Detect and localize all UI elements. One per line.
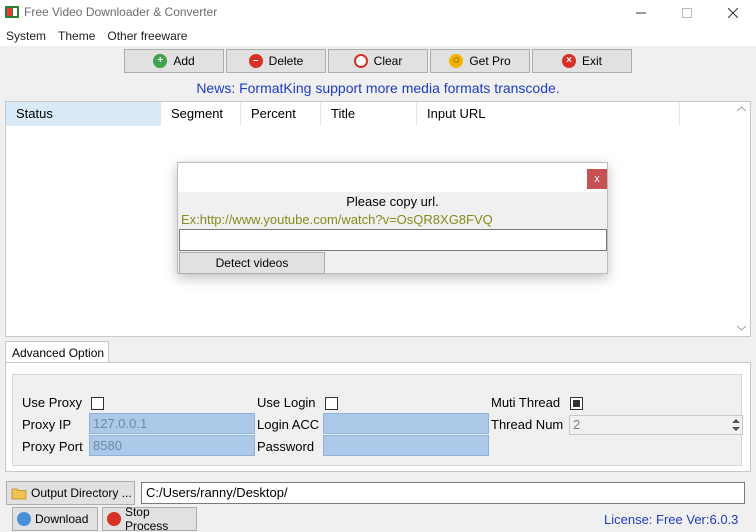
app-icon [5,6,19,18]
output-directory-button-label: Output Directory ... [31,486,132,500]
dialog-close-button[interactable]: x [587,169,607,189]
thread-num-label: Thread Num [491,417,564,432]
url-dialog: x Please copy url. Ex:http://www.youtube… [177,162,608,274]
password-label: Password [257,439,315,454]
output-directory-button[interactable]: Output Directory ... [6,481,135,505]
get-pro-button[interactable]: ☺ Get Pro [430,49,530,73]
minimize-icon [636,12,646,14]
use-proxy-label: Use Proxy [22,395,82,410]
exit-icon: × [561,54,576,68]
column-percent[interactable]: Percent [241,102,321,126]
password-field[interactable] [323,435,489,456]
clear-button[interactable]: Clear [328,49,428,73]
muti-thread-checkbox[interactable] [570,397,583,410]
dialog-message: Please copy url. [346,194,439,209]
download-button-label: Download [35,512,89,526]
maximize-button[interactable] [664,0,710,26]
download-icon [17,512,31,526]
menu-bar: System Theme Other freeware [0,26,756,46]
proxy-port-field[interactable]: 8580 [89,435,255,456]
download-button[interactable]: Download [12,507,98,531]
detect-videos-button[interactable]: Detect videos [179,252,325,274]
stop-icon [107,512,121,526]
column-status[interactable]: Status [6,102,161,126]
delete-icon: – [248,54,263,68]
folder-icon [11,488,27,500]
use-proxy-checkbox[interactable] [91,397,104,410]
news-banner[interactable]: News: FormatKing support more media form… [0,80,756,96]
login-acc-field[interactable] [323,413,489,434]
proxy-ip-label: Proxy IP [22,417,72,432]
dialog-example-url: Ex:http://www.youtube.com/watch?v=OsQR8X… [181,212,493,227]
proxy-port-label: Proxy Port [22,439,83,454]
scroll-up-icon[interactable] [737,106,746,112]
delete-button-label: Delete [268,54,304,68]
menu-system[interactable]: System [0,26,52,46]
list-scrollbar[interactable] [733,102,750,336]
muti-thread-label: Muti Thread [491,395,561,410]
dialog-header [178,163,607,192]
add-button-label: Add [173,54,195,68]
stop-process-button[interactable]: Stop Process [102,505,197,532]
close-icon [728,8,738,18]
smiley-icon: ☺ [449,54,464,68]
clear-button-label: Clear [373,54,403,68]
exit-button[interactable]: × Exit [532,49,632,73]
column-title[interactable]: Title [321,102,417,126]
login-acc-label: Login ACC [257,417,320,432]
use-login-checkbox[interactable] [325,397,338,410]
maximize-icon [682,8,692,18]
menu-other-freeware[interactable]: Other freeware [101,26,193,46]
exit-button-label: Exit [581,54,602,68]
clear-icon [353,54,368,68]
add-button[interactable]: + Add [124,49,224,73]
url-input[interactable] [179,229,607,251]
minimize-button[interactable] [618,0,664,26]
close-button[interactable] [710,0,756,26]
tab-advanced-option[interactable]: Advanced Option [5,341,109,363]
get-pro-button-label: Get Pro [469,54,511,68]
spin-arrows-icon[interactable] [732,418,740,432]
thread-num-stepper[interactable]: 2 [569,415,743,435]
list-header: Status Segment Percent Title Input URL [6,102,680,126]
stop-process-button-label: Stop Process [124,505,169,532]
thread-num-value: 2 [573,417,581,432]
title-bar: Free Video Downloader & Converter [0,0,756,26]
output-directory-field[interactable]: C:/Users/ranny/Desktop/ [141,482,745,504]
delete-button[interactable]: – Delete [226,49,326,73]
column-input-url[interactable]: Input URL [417,102,680,126]
license-text: License: Free Ver:6.0.3 [604,512,739,527]
window-title: Free Video Downloader & Converter [24,5,218,19]
use-login-label: Use Login [257,395,316,410]
proxy-ip-field[interactable]: 127.0.0.1 [89,413,255,434]
add-icon: + [153,54,168,68]
menu-theme[interactable]: Theme [52,26,101,46]
scroll-down-icon[interactable] [737,325,746,331]
column-segment[interactable]: Segment [161,102,241,126]
